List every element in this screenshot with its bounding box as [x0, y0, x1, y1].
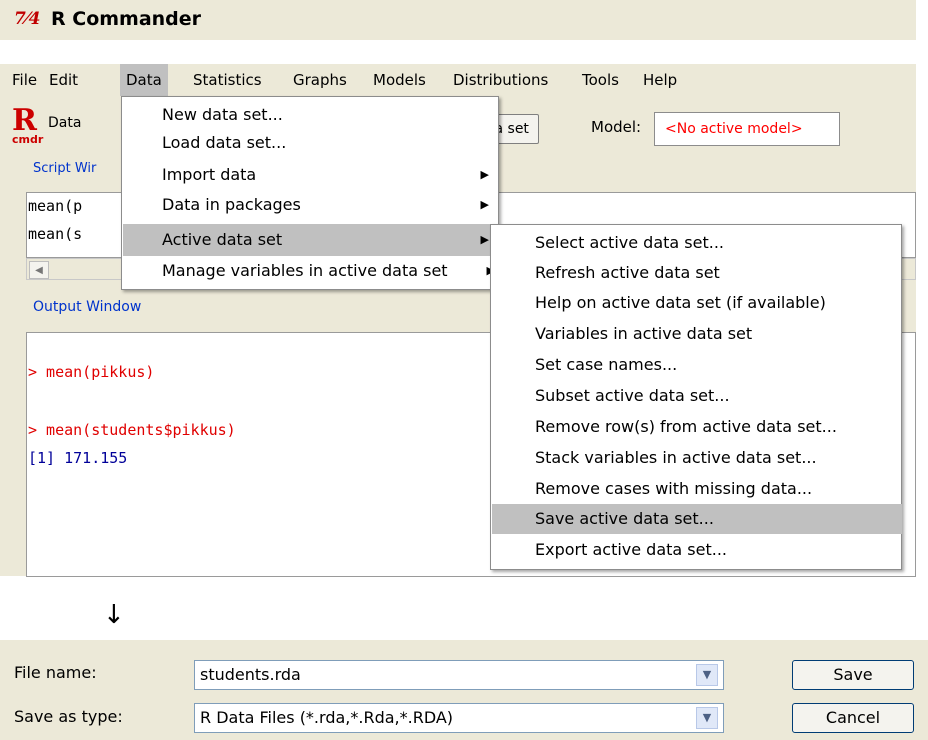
submenu-item-variables-in-active-data-set[interactable]: Variables in active data set — [492, 319, 902, 349]
submenu-arrow-icon: ▶ — [480, 233, 489, 246]
menu-bar: File Edit Data Statistics Graphs Models … — [0, 64, 916, 96]
submenu-item-label: Remove cases with missing data... — [535, 479, 813, 498]
save-as-type-select[interactable]: R Data Files (*.rda,*.Rda,*.RDA) — [194, 703, 724, 733]
menu-item-label: Manage variables in active data set — [162, 261, 448, 280]
r-logo-icon: R — [12, 103, 37, 138]
menu-edit[interactable]: Edit — [43, 64, 84, 96]
file-name-input[interactable]: students.rda — [194, 660, 724, 690]
window-title: R Commander — [51, 8, 202, 30]
data-menu-dropdown: New data set... Load data set... Import … — [121, 96, 499, 290]
menu-item-label: Import data — [162, 165, 257, 184]
model-label: Model: — [591, 118, 642, 136]
submenu-item-export-active-data-set[interactable]: Export active data set... — [492, 535, 902, 565]
file-name-label: File name: — [14, 663, 97, 682]
data-set-label: Data — [48, 115, 82, 131]
menu-statistics[interactable]: Statistics — [187, 64, 268, 96]
submenu-item-label: Variables in active data set — [535, 324, 753, 343]
save-button[interactable]: Save — [792, 660, 914, 690]
submenu-item-select-active-data-set[interactable]: Select active data set... — [492, 228, 902, 258]
down-arrow-icon: ↓ — [103, 600, 125, 630]
submenu-item-label: Refresh active data set — [535, 263, 720, 282]
menu-item-data-in-packages[interactable]: Data in packages ▶ — [123, 191, 499, 219]
submenu-item-set-case-names[interactable]: Set case names... — [492, 350, 902, 380]
submenu-item-save-active-data-set[interactable]: Save active data set... — [492, 504, 902, 534]
menu-item-label: Data in packages — [162, 195, 301, 214]
menu-item-label: Active data set — [162, 230, 283, 249]
save-as-type-dropdown-icon[interactable]: ▼ — [696, 707, 718, 729]
menu-item-active-data-set[interactable]: Active data set ▶ — [123, 224, 499, 256]
submenu-item-remove-rows[interactable]: Remove row(s) from active data set... — [492, 412, 902, 442]
file-name-dropdown-icon[interactable]: ▼ — [696, 664, 718, 686]
save-as-type-label: Save as type: — [14, 707, 123, 726]
menu-tools[interactable]: Tools — [576, 64, 625, 96]
output-result-line: [1] 171.155 — [28, 449, 128, 467]
script-window-label: Script Wir — [33, 161, 97, 176]
submenu-arrow-icon: ▶ — [480, 168, 489, 181]
output-command-line: > mean(students$pikkus) — [28, 421, 236, 439]
submenu-item-refresh-active-data-set[interactable]: Refresh active data set — [492, 258, 902, 288]
script-line: mean(s — [28, 225, 83, 243]
submenu-item-stack-variables[interactable]: Stack variables in active data set... — [492, 443, 902, 473]
menu-graphs[interactable]: Graphs — [287, 64, 353, 96]
submenu-item-label: Help on active data set (if available) — [535, 293, 826, 312]
menu-item-load-data-set[interactable]: Load data set... — [123, 129, 499, 157]
cancel-button[interactable]: Cancel — [792, 703, 914, 733]
menu-help[interactable]: Help — [637, 64, 683, 96]
submenu-item-label: Subset active data set... — [535, 386, 730, 405]
active-data-set-submenu: Select active data set... Refresh active… — [490, 224, 902, 570]
menu-item-new-data-set[interactable]: New data set... — [123, 101, 499, 129]
script-line: mean(p — [28, 197, 83, 215]
submenu-item-label: Save active data set... — [535, 509, 714, 528]
rcmdr-logo-icon: 7⁄4 — [14, 9, 41, 29]
submenu-item-subset-active-data-set[interactable]: Subset active data set... — [492, 381, 902, 411]
menu-item-label: New data set... — [162, 105, 283, 124]
active-model-button[interactable]: <No active model> — [654, 112, 840, 146]
submenu-item-remove-missing-cases[interactable]: Remove cases with missing data... — [492, 474, 902, 504]
menu-item-import-data[interactable]: Import data ▶ — [123, 161, 499, 189]
menu-item-manage-variables[interactable]: Manage variables in active data set▶ — [123, 257, 499, 285]
output-command-line: > mean(pikkus) — [28, 363, 155, 381]
output-window-label: Output Window — [33, 299, 142, 315]
menu-item-label: Load data set... — [162, 133, 287, 152]
submenu-arrow-icon: ▶ — [480, 198, 489, 211]
menu-data[interactable]: Data — [120, 64, 168, 96]
submenu-item-label: Export active data set... — [535, 540, 728, 559]
menu-distributions[interactable]: Distributions — [447, 64, 554, 96]
scroll-left-arrow-icon[interactable]: ◀ — [29, 261, 49, 279]
menu-models[interactable]: Models — [367, 64, 432, 96]
save-file-dialog: File name: students.rda ▼ Save as type: … — [0, 640, 928, 740]
submenu-item-label: Stack variables in active data set... — [535, 448, 817, 467]
submenu-item-label: Remove row(s) from active data set... — [535, 417, 837, 436]
r-logo-subtext: cmdr — [12, 133, 44, 146]
menu-file[interactable]: File — [6, 64, 43, 96]
submenu-item-label: Select active data set... — [535, 233, 724, 252]
submenu-item-label: Set case names... — [535, 355, 678, 374]
submenu-item-help-on-active-data-set[interactable]: Help on active data set (if available) — [492, 288, 902, 318]
